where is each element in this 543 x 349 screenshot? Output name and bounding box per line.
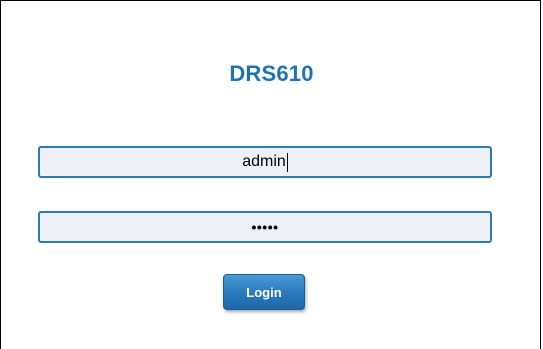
- password-input[interactable]: •••••: [38, 211, 492, 243]
- device-title: DRS610: [229, 61, 314, 86]
- username-input[interactable]: admin: [38, 146, 492, 178]
- username-value: admin: [242, 153, 286, 170]
- login-panel: DRS610 admin ••••• Login: [0, 0, 541, 349]
- password-masked-value: •••••: [251, 219, 279, 235]
- login-button[interactable]: Login: [223, 274, 305, 310]
- text-caret: [286, 152, 288, 172]
